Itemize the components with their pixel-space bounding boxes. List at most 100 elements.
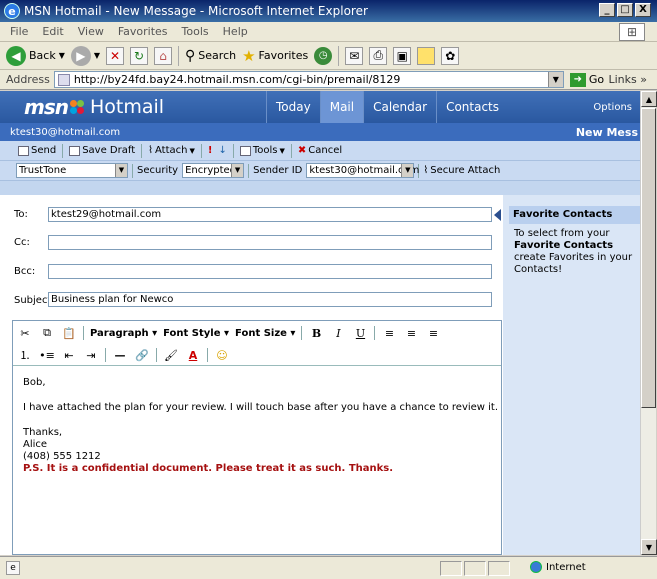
menu-edit[interactable]: Edit: [42, 25, 63, 38]
tab-contacts[interactable]: Contacts: [436, 91, 508, 123]
font-size-dropdown[interactable]: Font Size ▾: [235, 328, 295, 339]
align-center-icon[interactable]: ≡: [403, 325, 419, 341]
save-draft-button[interactable]: Save Draft: [69, 145, 135, 156]
menu-view[interactable]: View: [78, 25, 104, 38]
message-editor[interactable]: ✂ ⧉ 📋 Paragraph ▾ Font Style ▾ Font Size…: [12, 320, 502, 555]
toolbar-divider: [83, 326, 84, 340]
toolbar-divider: [62, 143, 64, 158]
attach-button[interactable]: ⌇ Attach ▼: [148, 145, 195, 156]
chevron-down-icon[interactable]: ▼: [547, 72, 563, 87]
page-scrollbar[interactable]: ▲ ▼: [640, 91, 657, 555]
underline-button[interactable]: U: [352, 325, 368, 341]
font-color-icon[interactable]: A: [185, 347, 201, 363]
toolbar-divider: [105, 348, 106, 362]
sender-id-select[interactable]: ktest30@hotmail.com ▼: [306, 163, 419, 178]
font-style-dropdown[interactable]: Font Style ▾: [163, 328, 229, 339]
send-button[interactable]: Send: [18, 145, 56, 156]
paperclip-icon: ⌇: [148, 145, 154, 156]
mail-icon[interactable]: ✉: [345, 46, 364, 65]
bullet-list-icon[interactable]: •≡: [39, 347, 55, 363]
secure-attach-button[interactable]: ⌇ Secure Attach: [423, 165, 500, 176]
close-button[interactable]: X: [635, 3, 651, 17]
home-icon[interactable]: ⌂: [154, 46, 173, 65]
subject-field[interactable]: Business plan for Newco: [48, 292, 492, 307]
status-segment: [464, 561, 486, 576]
cc-field[interactable]: [48, 235, 492, 250]
indent-icon[interactable]: ⇥: [83, 347, 99, 363]
messenger-icon[interactable]: ✿: [441, 46, 460, 65]
refresh-icon[interactable]: ↻: [130, 46, 149, 65]
options-link[interactable]: Options: [593, 102, 632, 113]
menu-file[interactable]: File: [10, 25, 28, 38]
scroll-thumb[interactable]: [641, 108, 656, 408]
numbered-list-icon[interactable]: ⒈: [17, 347, 33, 363]
provider-select[interactable]: TrustTone ▼: [16, 163, 128, 178]
msn-logo[interactable]: msn: [24, 95, 69, 119]
to-field[interactable]: ktest29@hotmail.com: [48, 207, 492, 222]
menu-tools[interactable]: Tools: [182, 25, 209, 38]
forward-button[interactable]: ▶ ▼: [70, 45, 100, 66]
address-input[interactable]: http://by24fd.bay24.hotmail.msn.com/cgi-…: [53, 71, 564, 88]
priority-high-button[interactable]: !: [208, 145, 213, 156]
toolbar-divider: [338, 45, 340, 66]
menu-bar: File Edit View Favorites Tools Help ⊞: [0, 22, 657, 42]
chevron-down-icon: ▼: [401, 164, 414, 177]
security-select[interactable]: Encrypted ▼: [182, 163, 245, 178]
search-button[interactable]: ⚲ Search: [185, 48, 236, 64]
tab-today[interactable]: Today: [266, 91, 320, 123]
maximize-button[interactable]: □: [617, 3, 633, 17]
window-title: MSN Hotmail - New Message - Microsoft In…: [24, 4, 368, 18]
menu-help[interactable]: Help: [223, 25, 248, 38]
hotmail-header: msn Hotmail Today Mail Calendar Contacts…: [0, 91, 640, 123]
menu-favorites[interactable]: Favorites: [118, 25, 168, 38]
emoticon-icon[interactable]: ☺: [214, 347, 230, 363]
tab-calendar[interactable]: Calendar: [363, 91, 436, 123]
minimize-button[interactable]: _: [599, 3, 615, 17]
scroll-up-icon[interactable]: ▲: [641, 91, 657, 107]
cancel-button[interactable]: ✖ Cancel: [298, 145, 342, 156]
bcc-field[interactable]: [48, 264, 492, 279]
insert-link-icon[interactable]: 🔗: [134, 347, 150, 363]
tools-icon: [239, 145, 251, 156]
user-bar: ktest30@hotmail.com New Mess: [0, 123, 640, 141]
copy-icon[interactable]: ⧉: [39, 325, 55, 341]
priority-low-button[interactable]: ↓: [218, 145, 226, 156]
paste-icon[interactable]: 📋: [61, 325, 77, 341]
chevron-down-icon: ▼: [279, 146, 285, 155]
print-icon[interactable]: ⎙: [369, 46, 388, 65]
links-button[interactable]: Links »: [609, 73, 648, 86]
save-icon: [69, 145, 81, 156]
notes-icon[interactable]: [417, 46, 436, 65]
back-button[interactable]: ◀ Back ▼: [6, 45, 65, 66]
tab-mail[interactable]: Mail: [319, 91, 364, 123]
collapse-arrow-icon[interactable]: [494, 209, 501, 221]
go-button[interactable]: ➜ Go: [569, 72, 604, 87]
cancel-icon: ✖: [297, 145, 307, 156]
chevron-down-icon: ▼: [231, 164, 244, 177]
favorites-button[interactable]: ★ Favorites: [242, 47, 308, 65]
security-toolbar: TrustTone ▼ Security Encrypted ▼ Sender ID…: [0, 161, 640, 181]
paragraph-dropdown[interactable]: Paragraph ▾: [90, 328, 157, 339]
cut-icon[interactable]: ✂: [17, 325, 33, 341]
outdent-icon[interactable]: ⇤: [61, 347, 77, 363]
edit-icon[interactable]: ▣: [393, 46, 412, 65]
italic-button[interactable]: I: [330, 325, 346, 341]
align-left-icon[interactable]: ≡: [381, 325, 397, 341]
globe-icon: [530, 561, 542, 573]
butterfly-icon: [69, 100, 86, 114]
message-body[interactable]: Bob, I have attached the plan for your r…: [23, 377, 498, 475]
to-label: To:: [14, 209, 28, 220]
windows-logo-icon: ⊞: [619, 23, 645, 41]
align-right-icon[interactable]: ≡: [425, 325, 441, 341]
toolbar-divider: [132, 163, 133, 178]
history-icon[interactable]: ◷: [314, 46, 333, 65]
scroll-down-icon[interactable]: ▼: [641, 539, 657, 555]
toolbar-divider: [207, 348, 208, 362]
tools-button[interactable]: Tools ▼: [239, 145, 285, 156]
favorite-contacts-text: To select from your Favorite Contacts cr…: [514, 228, 633, 275]
horizontal-rule-icon[interactable]: —: [112, 347, 128, 363]
bold-button[interactable]: B: [308, 325, 324, 341]
toolbar-divider: [248, 163, 250, 178]
stop-icon[interactable]: ✕: [106, 46, 125, 65]
highlight-icon[interactable]: 🖌: [163, 347, 179, 363]
